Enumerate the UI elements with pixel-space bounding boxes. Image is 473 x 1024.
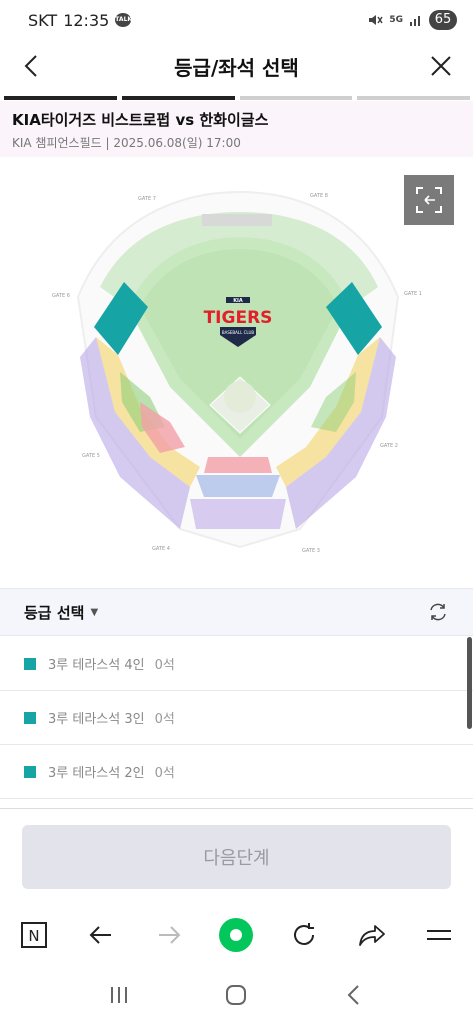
browser-forward-button[interactable] [149,915,189,955]
gate-label-6: GATE 6 [52,293,70,299]
grade-select-bar[interactable]: 등급 선택 ▼ [0,588,473,636]
mute-icon [369,15,383,25]
grade-select-label[interactable]: 등급 선택 [24,602,84,623]
expand-icon [416,187,442,213]
android-nav-bar [0,966,473,1024]
caret-down-icon[interactable]: ▼ [90,607,98,618]
grade-seat-count: 0석 [154,712,175,727]
browser-refresh-button[interactable] [284,915,324,955]
gate-label-3: GATE 3 [302,548,320,554]
naver-home-button[interactable]: N [14,915,54,955]
grade-seat-count: 0석 [154,766,175,781]
share-button[interactable] [352,915,392,955]
grade-seat-count: 0석 [154,658,175,673]
step-1 [4,96,117,100]
close-icon[interactable] [425,50,457,82]
page-title: 등급/좌석 선택 [174,55,299,80]
gate-label-1: GATE 1 [404,291,422,297]
share-icon [358,925,385,946]
gate-label-2: GATE 2 [380,443,398,449]
grade-item[interactable]: 3루 테라스석 3인 0석 [0,691,473,745]
grade-color-swatch [24,765,36,778]
status-bar: SKT 12:35 TALK 5G 65 [0,0,473,40]
battery-indicator: 65 [429,10,457,30]
naver-n-icon: N [20,922,47,948]
menu-button[interactable] [419,915,459,955]
kakaotalk-icon: TALK [115,13,132,27]
back-icon[interactable] [16,50,48,82]
grade-name: 3루 테라스석 3인 [48,712,145,727]
gate-label-8: GATE 8 [310,193,328,199]
refresh-icon[interactable] [427,601,449,623]
logo-small: KIA [233,298,243,304]
gate-label-5: GATE 5 [82,453,100,459]
system-back-icon[interactable] [342,983,366,1007]
next-step-button[interactable]: 다음단계 [22,825,451,889]
home-icon[interactable] [224,983,248,1007]
stadium-map[interactable]: KIA TIGERS BASEBALL CLUB GATE 7 GATE 8 G… [0,157,473,587]
venue-datetime: KIA 챔피언스필드 | 2025.06.08(일) 17:00 [12,136,241,150]
carrier-label: SKT [28,10,58,30]
expand-map-button[interactable] [404,175,454,225]
grade-name: 3루 테라스석 2인 [48,766,145,781]
grade-item[interactable]: 3루 테라스석 2인 0석 [0,745,473,799]
logo-sub: BASEBALL CLUB [222,330,255,335]
grade-color-swatch [24,711,36,724]
green-dot-icon [219,918,254,952]
recent-apps-icon[interactable] [107,983,131,1007]
menu-icon [427,930,452,940]
browser-toolbar: N [0,904,473,966]
logo-text: TIGERS [204,308,273,328]
arrow-right-icon [158,926,181,944]
match-title: KIA타이거즈 비스트로펍 vs 한화이글스 [12,111,269,129]
reload-icon [294,923,315,945]
stadium-map-svg[interactable]: KIA TIGERS BASEBALL CLUB GATE 7 GATE 8 G… [0,157,473,587]
green-dot-button[interactable] [216,915,256,955]
gate-label-4: GATE 4 [152,546,170,552]
step-progress [4,96,470,100]
naver-n-label: N [28,927,39,945]
app-header: 등급/좌석 선택 [0,40,473,92]
clock: 12:35 [63,10,110,30]
grade-item[interactable]: 3루 테라스석 4인 0석 [0,637,473,691]
step-3 [239,96,353,100]
browser-back-button[interactable] [81,915,121,955]
list-scrollbar[interactable] [467,637,472,729]
step-2 [121,96,235,100]
grade-color-swatch [24,657,36,670]
step-4 [357,96,470,100]
grade-list: 3루 테라스석 4인 0석 3루 테라스석 3인 0석 3루 테라스석 2인 0… [0,637,473,799]
signal-icon [410,16,420,26]
arrow-left-icon [89,926,112,944]
network-label: 5G [389,15,403,25]
divider [0,808,473,809]
grade-name: 3루 테라스석 4인 [48,658,145,673]
game-info: KIA타이거즈 비스트로펍 vs 한화이글스 KIA 챔피언스필드 | 2025… [0,101,473,157]
gate-label-7: GATE 7 [138,196,156,202]
